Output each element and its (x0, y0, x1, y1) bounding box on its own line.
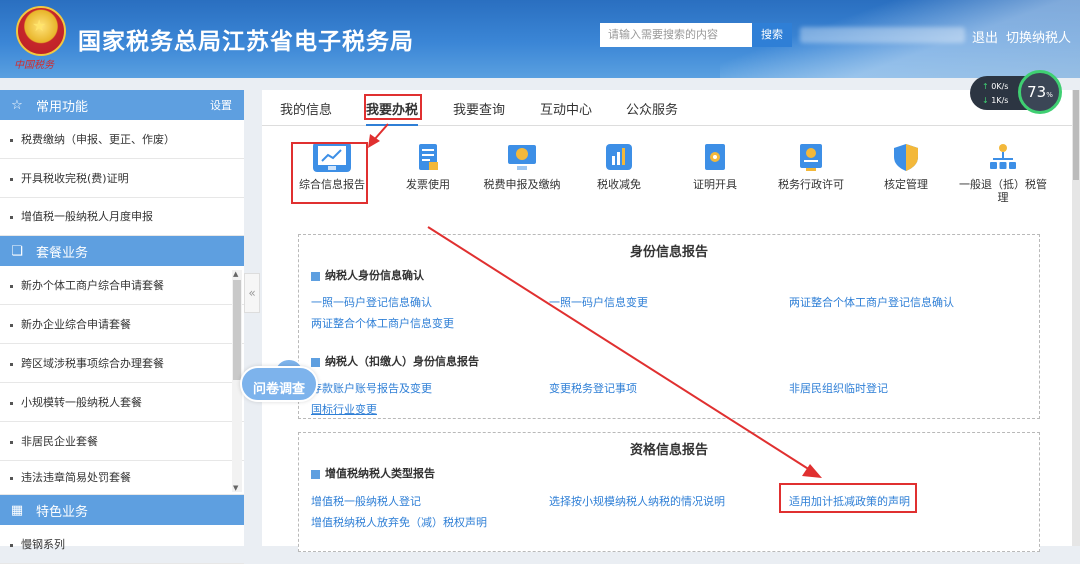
link[interactable]: 非居民组织临时登记 (789, 380, 888, 396)
sidebar-section-package[interactable]: ❏ 套餐业务 (0, 236, 244, 266)
link[interactable]: 一照一码户信息变更 (549, 294, 648, 310)
sidebar-section-common[interactable]: ☆ 常用功能 设置 (0, 90, 244, 120)
document-icon (311, 469, 320, 479)
highlight-box-link (779, 483, 917, 513)
tab-interaction[interactable]: 互动中心 (540, 99, 592, 118)
search-input[interactable]: 请输入需要搜索的内容 (600, 23, 752, 47)
site-header: ★ 中国税务 国家税务总局江苏省电子税务局 请输入需要搜索的内容 搜索 退出 切换… (0, 0, 1080, 78)
collapse-sidebar-button[interactable]: « (244, 273, 260, 313)
sidebar: ☆ 常用功能 设置 税费缴纳（申报、更正、作废） 开具税收完税(费)证明 增值税… (0, 90, 244, 564)
sidebar-item[interactable]: 跨区域涉税事项综合办理套餐 (0, 344, 244, 383)
user-icon (311, 271, 320, 281)
category-verification[interactable]: 核定管理 (861, 134, 951, 191)
category-refund[interactable]: 一般退（抵）税管理 (958, 134, 1048, 204)
link[interactable]: 增值税一般纳税人登记 (311, 493, 421, 509)
scroll-down-icon[interactable]: ▼ (233, 484, 238, 492)
group-title: 纳税人（扣缴人）身份信息报告 (311, 353, 479, 369)
tab-query[interactable]: 我要查询 (453, 99, 505, 118)
link[interactable]: 两证整合个体工商户信息变更 (311, 315, 454, 331)
highlight-box-tab (364, 94, 422, 120)
section-title: 资格信息报告 (629, 443, 708, 458)
scroll-up-icon[interactable]: ▲ (233, 270, 238, 278)
category-tax-declare[interactable]: 税费申报及缴纳 (477, 134, 567, 191)
tab-public-service[interactable]: 公众服务 (626, 99, 678, 118)
blurred-user-name (800, 27, 965, 43)
sidebar-section-special[interactable]: ▦ 特色业务 (0, 495, 244, 525)
national-emblem-icon: ★ (16, 6, 66, 56)
network-speed-widget: ↑ 0K/s ↓ 1K/s 73% (970, 70, 1070, 114)
qualification-report-section: 资格信息报告 增值税纳税人类型报告 增值税一般纳税人登记 选择按小规模纳税人纳税… (298, 432, 1040, 552)
section-title: 常用功能 (36, 99, 89, 115)
shield-icon (891, 142, 921, 172)
category-icon-row: 综合信息报告 发票使用 税费申报及缴纳 税收减免 证明开具 税务行政许可 核定管… (262, 134, 1072, 214)
category-invoice[interactable]: 发票使用 (383, 134, 473, 191)
sidebar-item[interactable]: 违法违章简易处罚套餐 (0, 461, 244, 495)
group-title: 纳税人身份信息确认 (311, 267, 424, 283)
tree-icon (988, 142, 1018, 172)
sidebar-item[interactable]: 增值税一般纳税人月度申报 (0, 198, 244, 236)
layers-icon: ❏ (11, 243, 23, 259)
main-panel: 我的信息 我要办税 我要查询 互动中心 公众服务 综合信息报告 发票使用 税费申… (262, 90, 1072, 552)
tab-my-info[interactable]: 我的信息 (280, 99, 332, 118)
section-title: 身份信息报告 (629, 245, 708, 260)
search-button[interactable]: 搜索 (752, 23, 792, 47)
category-certificate[interactable]: 证明开具 (670, 134, 760, 191)
logout-link[interactable]: 退出 (972, 31, 998, 46)
highlight-box-category (291, 142, 368, 204)
settings-link[interactable]: 设置 (210, 97, 232, 113)
link[interactable]: 两证整合个体工商户登记信息确认 (789, 294, 954, 310)
section-title: 特色业务 (36, 504, 89, 520)
sidebar-item[interactable]: 新办个体工商户综合申请套餐 (0, 266, 244, 305)
sidebar-item[interactable]: 新办企业综合申请套餐 (0, 305, 244, 344)
site-title: 国家税务总局江苏省电子税务局 (78, 29, 414, 55)
link[interactable]: 存款账户账号报告及变更 (311, 380, 432, 396)
grid-icon: ▦ (10, 502, 24, 518)
group-title: 增值税纳税人类型报告 (311, 465, 435, 481)
star-outline-icon: ☆ (11, 97, 23, 113)
sidebar-item[interactable]: 开具税收完税(费)证明 (0, 159, 244, 198)
category-tax-reduction[interactable]: 税收减免 (574, 134, 664, 191)
tax-declare-icon (507, 142, 537, 172)
certificate-icon (700, 142, 730, 172)
identity-report-section: 身份信息报告 纳税人身份信息确认 一照一码户登记信息确认 一照一码户信息变更 两… (298, 234, 1040, 419)
sidebar-item[interactable]: 慢钢系列 (0, 525, 244, 564)
link[interactable]: 国标行业变更 (311, 401, 377, 417)
sidebar-item[interactable]: 非居民企业套餐 (0, 422, 244, 461)
link[interactable]: 增值税纳税人放弃免（减）税权声明 (311, 514, 487, 530)
invoice-icon (413, 142, 443, 172)
section-title: 套餐业务 (36, 245, 89, 261)
link[interactable]: 一照一码户登记信息确认 (311, 294, 432, 310)
header-links: 退出 切换纳税人 (972, 27, 1079, 46)
link[interactable]: 变更税务登记事项 (549, 380, 637, 396)
sidebar-item[interactable]: 小规模转一般纳税人套餐 (0, 383, 244, 422)
sidebar-item[interactable]: 税费缴纳（申报、更正、作废） (0, 120, 244, 159)
switch-taxpayer-link[interactable]: 切换纳税人 (1006, 31, 1071, 46)
emblem-subtitle: 中国税务 (14, 60, 54, 71)
usage-percent: 73% (1018, 70, 1062, 114)
category-license[interactable]: 税务行政许可 (766, 134, 856, 191)
upload-speed: ↑ 0K/s (982, 82, 1009, 91)
page-scrollbar[interactable] (1072, 90, 1080, 546)
download-speed: ↓ 1K/s (982, 96, 1009, 105)
survey-button[interactable]: 问卷调查 (240, 358, 318, 404)
tax-reduction-icon (604, 142, 634, 172)
link[interactable]: 选择按小规模纳税人纳税的情况说明 (549, 493, 725, 509)
license-icon (796, 142, 826, 172)
